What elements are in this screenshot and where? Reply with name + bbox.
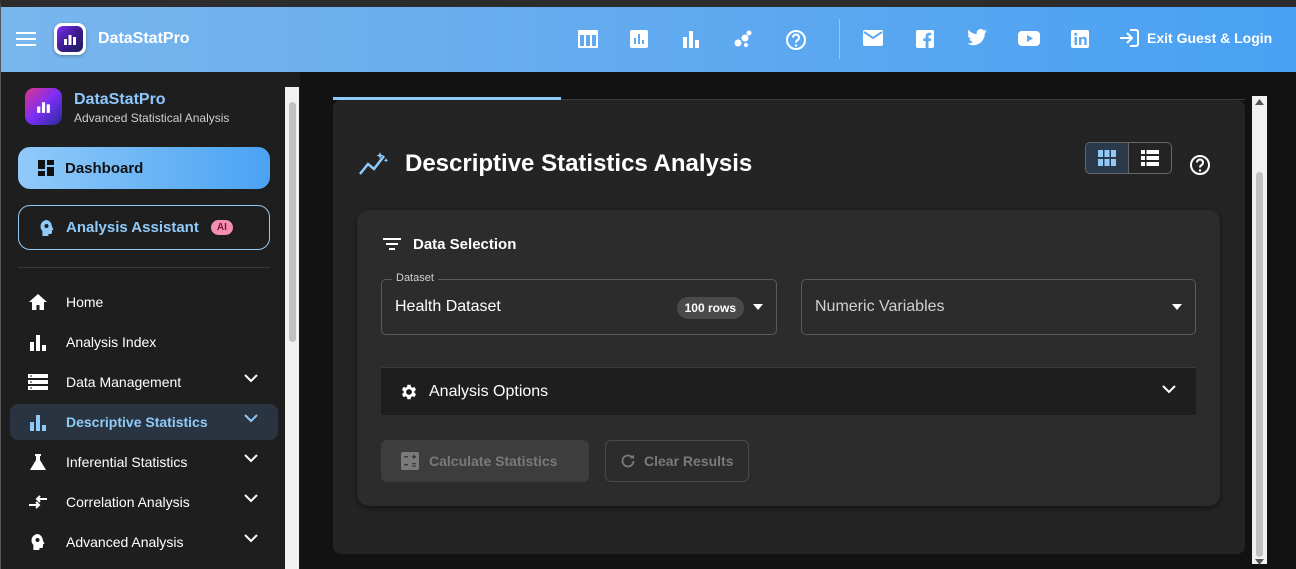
- view-toggle: [1085, 142, 1172, 174]
- dashboard-label: Dashboard: [65, 159, 144, 177]
- dashboard-button[interactable]: Dashboard: [18, 147, 270, 189]
- sidebar-item-label: Home: [66, 294, 104, 310]
- menu-icon[interactable]: [16, 31, 36, 47]
- grid-view-button[interactable]: [1086, 143, 1129, 173]
- app-bar: DataStatPro Exit Guest & Login: [0, 0, 1296, 72]
- dataset-select[interactable]: Dataset Health Dataset 100 rows: [381, 272, 777, 335]
- caret-down-icon: [753, 304, 763, 310]
- refresh-icon: [620, 453, 636, 469]
- sidebar-title: DataStatPro: [74, 91, 166, 108]
- calculate-statistics-button[interactable]: Calculate Statistics: [381, 440, 589, 482]
- bar-chart-icon[interactable]: [629, 29, 649, 49]
- sidebar-item-correlation-analysis[interactable]: Correlation Analysis: [10, 484, 278, 520]
- chevron-down-icon: [244, 454, 258, 463]
- exit-login-button[interactable]: Exit Guest & Login: [1119, 29, 1272, 47]
- brand-name: DataStatPro: [98, 30, 190, 47]
- scroll-up-icon[interactable]: [1255, 99, 1264, 105]
- sidebar-item-label: Analysis Index: [66, 334, 157, 350]
- sidebar-item-data-management[interactable]: Data Management: [10, 364, 278, 400]
- analysis-options-accordion[interactable]: Analysis Options: [381, 367, 1196, 415]
- sidebar-item-home[interactable]: Home: [10, 284, 278, 320]
- sidebar-subtitle: Advanced Statistical Analysis: [74, 111, 230, 125]
- analysis-assistant-label: Analysis Assistant: [66, 219, 199, 236]
- help-icon[interactable]: [1189, 154, 1211, 176]
- sidebar-scrollbar-thumb[interactable]: [289, 102, 296, 342]
- sidebar-item-advanced-analysis[interactable]: Advanced Analysis: [10, 524, 278, 560]
- numeric-variables-placeholder: Numeric Variables: [815, 298, 945, 315]
- gear-icon: [399, 382, 419, 402]
- storage-icon: [28, 372, 48, 392]
- login-icon: [1119, 29, 1139, 47]
- chevron-down-icon: [244, 414, 258, 423]
- sidebar-item-label: Descriptive Statistics: [66, 414, 208, 430]
- home-icon: [28, 292, 48, 312]
- flask-icon: [28, 452, 48, 472]
- youtube-icon[interactable]: [1018, 29, 1040, 47]
- grid-view-icon: [1098, 150, 1116, 166]
- bar-chart-icon: [28, 412, 48, 432]
- scroll-down-icon[interactable]: [1255, 559, 1264, 565]
- sidebar-divider: [18, 267, 270, 268]
- dataset-value: Health Dataset: [395, 298, 501, 315]
- ai-badge: AI: [210, 220, 233, 235]
- psychology-icon: [38, 219, 56, 237]
- calculate-statistics-label: Calculate Statistics: [429, 453, 558, 469]
- dataset-label: Dataset: [392, 272, 438, 284]
- sidebar-item-descriptive-statistics[interactable]: Descriptive Statistics: [10, 404, 278, 440]
- sidebar-item-label: Data Management: [66, 374, 182, 390]
- list-view-icon: [1141, 150, 1159, 166]
- chevron-down-icon: [1162, 385, 1176, 394]
- linkedin-icon[interactable]: [1070, 29, 1090, 49]
- app-logo[interactable]: [54, 23, 86, 55]
- data-selection-card: Data Selection Dataset Health Dataset 10…: [357, 210, 1220, 506]
- sidebar-item-label: Inferential Statistics: [66, 454, 188, 470]
- sidebar-logo: [25, 88, 62, 125]
- list-view-button[interactable]: [1129, 143, 1171, 173]
- calculator-icon: [401, 452, 419, 470]
- psychology-icon: [28, 532, 48, 552]
- sidebar-item-label: Advanced Analysis: [66, 534, 184, 550]
- chevron-down-icon: [244, 534, 258, 543]
- exit-login-label: Exit Guest & Login: [1147, 30, 1273, 46]
- mail-icon[interactable]: [862, 29, 884, 47]
- active-tab-indicator: [333, 97, 561, 100]
- numeric-variables-select[interactable]: Numeric Variables: [801, 279, 1196, 335]
- clear-results-label: Clear Results: [644, 453, 734, 469]
- card-title: Data Selection: [413, 236, 517, 253]
- main-content: Descriptive Statistics Analysis Data Sel…: [300, 72, 1296, 569]
- toolbar-divider: [839, 19, 840, 59]
- analysis-assistant-button[interactable]: Analysis Assistant AI: [18, 205, 270, 250]
- dashboard-icon: [37, 159, 55, 177]
- facebook-icon[interactable]: [915, 29, 935, 49]
- sidebar-item-inferential-statistics[interactable]: Inferential Statistics: [10, 444, 278, 480]
- help-icon[interactable]: [785, 29, 807, 51]
- sidebar-item-analysis-index[interactable]: Analysis Index: [10, 324, 278, 360]
- analysis-options-label: Analysis Options: [429, 382, 549, 400]
- column-chart-icon[interactable]: [681, 29, 701, 49]
- chevron-down-icon: [244, 494, 258, 503]
- auto-graph-icon: [358, 150, 390, 176]
- sidebar-item-label: Correlation Analysis: [66, 494, 190, 510]
- page-title: Descriptive Statistics Analysis: [405, 150, 753, 177]
- rows-chip: 100 rows: [676, 297, 744, 319]
- twitter-icon[interactable]: [966, 29, 988, 47]
- filter-list-icon: [383, 237, 401, 251]
- bar-chart-icon: [28, 332, 48, 352]
- sidebar: DataStatPro Advanced Statistical Analysi…: [0, 72, 300, 569]
- chevron-down-icon: [244, 374, 258, 383]
- compare-arrows-icon: [28, 492, 48, 512]
- table-icon[interactable]: [577, 29, 599, 49]
- clear-results-button[interactable]: Clear Results: [605, 440, 749, 482]
- content-scrollbar-thumb[interactable]: [1256, 172, 1263, 557]
- tab-divider: [561, 99, 1245, 100]
- caret-down-icon: [1172, 304, 1182, 310]
- scatter-icon[interactable]: [733, 29, 753, 49]
